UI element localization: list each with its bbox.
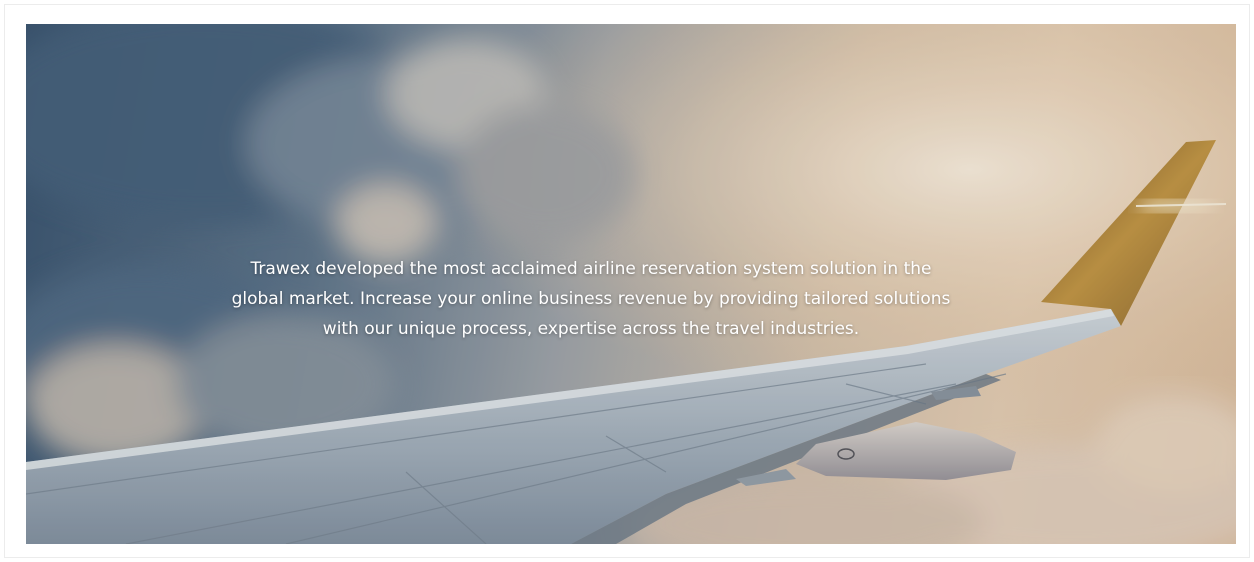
hero-description: Trawex developed the most acclaimed airl… (126, 254, 1056, 344)
hero-description-line: with our unique process, expertise acros… (322, 319, 860, 339)
hero-description-line: Trawex developed the most acclaimed airl… (250, 259, 932, 279)
hero-banner: Trawex developed the most acclaimed airl… (26, 24, 1236, 544)
hero-description-line: global market. Increase your online busi… (231, 289, 951, 309)
